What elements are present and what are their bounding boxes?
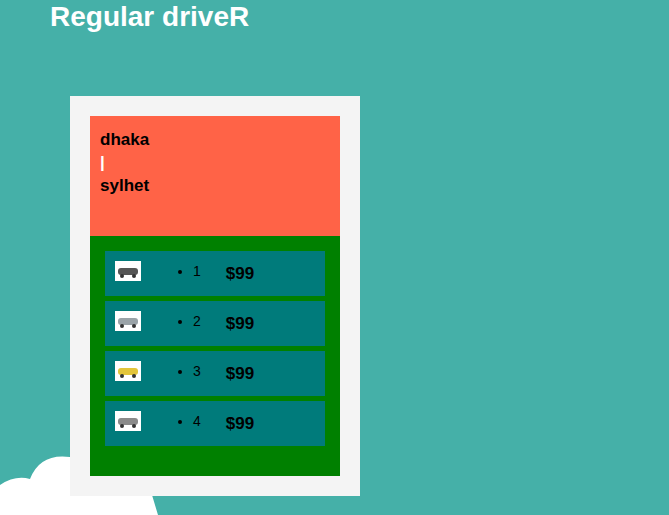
vehicle-price: $99 xyxy=(226,364,254,384)
vehicle-number: 1 xyxy=(193,261,201,281)
vehicle-number: 2 xyxy=(193,311,201,331)
vehicle-price: $99 xyxy=(226,264,254,284)
page: Regular driveR dhaka|sylhet 1 $99 2 $99 3 $99 4 $… xyxy=(0,0,669,515)
vehicle-price: $99 xyxy=(226,414,254,434)
route-box: dhaka|sylhet xyxy=(90,116,340,236)
vehicle-number-list: 2 xyxy=(193,311,201,331)
route-from: dhaka xyxy=(100,128,330,151)
vehicle-row[interactable]: 2 $99 xyxy=(105,301,325,346)
vehicle-number: 3 xyxy=(193,361,201,381)
trip-card: dhaka|sylhet 1 $99 2 $99 3 $99 4 $99 xyxy=(70,96,360,496)
vehicle-list: 1 $99 2 $99 3 $99 4 $99 xyxy=(90,236,340,476)
vehicle-price: $99 xyxy=(226,314,254,334)
vehicle-number: 4 xyxy=(193,411,201,431)
vehicle-photo xyxy=(115,361,141,381)
vehicle-row[interactable]: 4 $99 xyxy=(105,401,325,446)
vehicle-photo xyxy=(115,311,141,331)
vehicle-number-list: 3 xyxy=(193,361,201,381)
vehicle-row[interactable]: 1 $99 xyxy=(105,251,325,296)
vehicle-row[interactable]: 3 $99 xyxy=(105,351,325,396)
route-to: sylhet xyxy=(100,174,330,197)
page-title: Regular driveR xyxy=(0,0,669,34)
vehicle-photo xyxy=(115,261,141,281)
vehicle-number-list: 4 xyxy=(193,411,201,431)
vehicle-photo xyxy=(115,411,141,431)
vehicle-number-list: 1 xyxy=(193,261,201,281)
route-separator: | xyxy=(100,151,330,174)
